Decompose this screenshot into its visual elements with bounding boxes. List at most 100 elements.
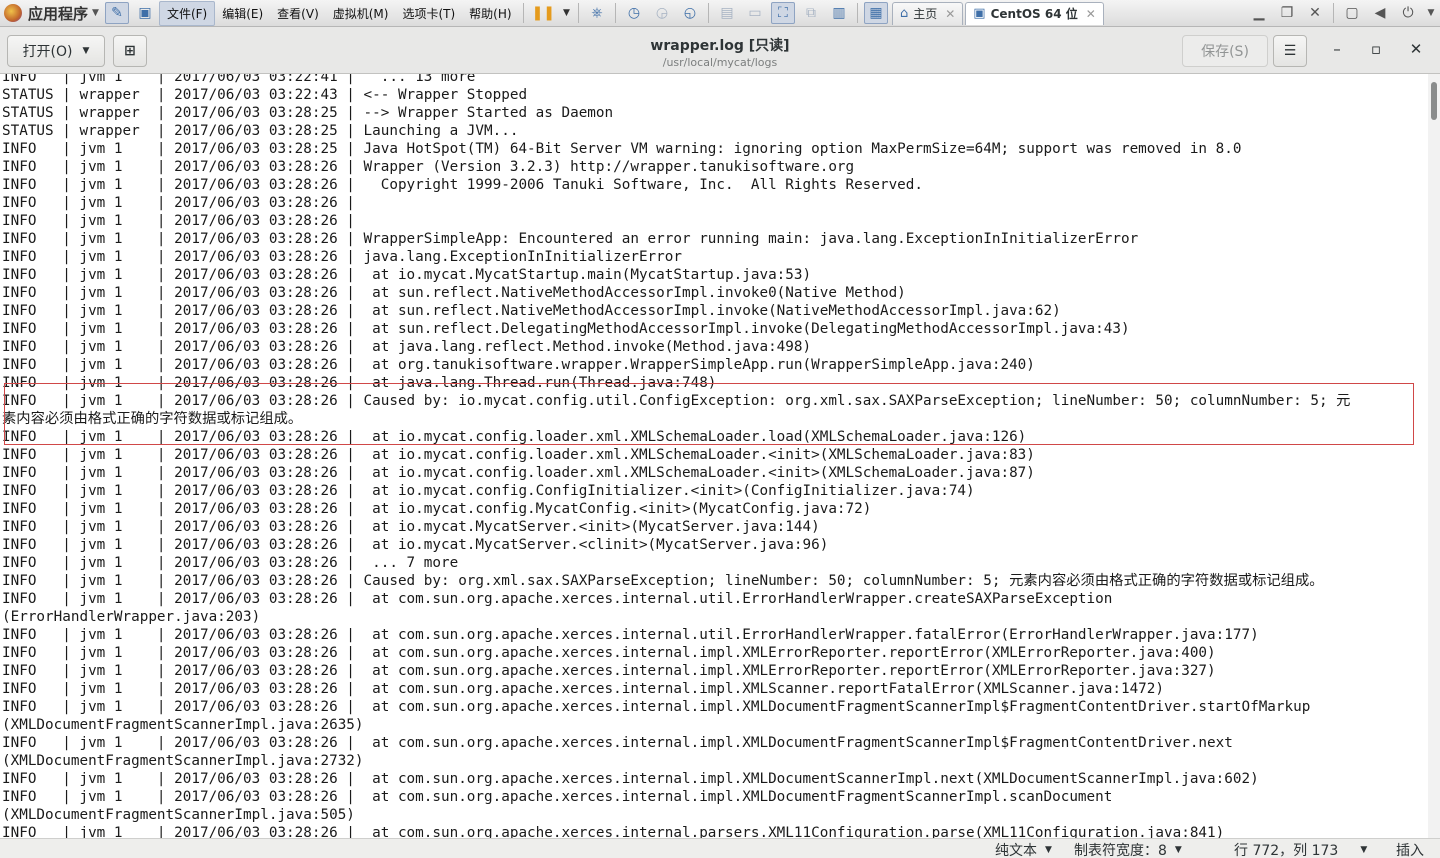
tab-home[interactable]: ⌂ 主页 ✕ [891,1,964,25]
log-line: INFO | jvm 1 | 2017/06/03 03:28:26 | at … [2,789,1113,805]
window-title: wrapper.log [只读] [650,38,790,54]
pause-icon: ❚❚ [531,5,556,21]
tab-home-label: 主页 [913,7,938,21]
unity-icon[interactable]: ⧉ [799,2,823,24]
log-line: INFO | jvm 1 | 2017/06/03 03:28:26 | jav… [2,249,682,265]
chevron-down-icon: ▼ [82,46,90,56]
fullscreen-icon[interactable]: ⛶ [770,2,795,24]
applications-icon [4,4,22,22]
new-document-icon: ⊞ [124,43,136,59]
log-line: INFO | jvm 1 | 2017/06/03 03:28:26 | at … [2,339,812,355]
applications-label: 应用程序 [28,4,89,23]
log-line: INFO | jvm 1 | 2017/06/03 03:28:26 | at … [2,591,1113,607]
log-line: INFO | jvm 1 | 2017/06/03 03:28:26 | Wra… [2,231,1139,247]
console-view-icon[interactable]: ▥ [827,2,851,24]
tab-centos-label: CentOS 64 位 [990,7,1078,21]
power-icon[interactable]: ⏻ [1394,5,1422,21]
log-line: INFO | jvm 1 | 2017/06/03 03:28:26 | at … [2,501,872,517]
window-subtitle: /usr/local/mycat/logs [662,56,778,69]
tab-width-label: 制表符宽度：8 [1074,843,1167,858]
cursor-position[interactable]: 行 772，列 173 ▼ [1234,840,1367,858]
snapshot-manager-icon[interactable]: ◵ [678,2,702,24]
minimize-icon[interactable]: – [1327,40,1347,58]
vertical-scrollbar[interactable] [1428,74,1440,838]
log-line: INFO | jvm 1 | 2017/06/03 03:28:26 | at … [2,447,1035,463]
log-line: INFO | jvm 1 | 2017/06/03 03:28:26 | at … [2,321,1130,337]
restore-icon[interactable]: ❐ [1273,5,1301,21]
close-icon[interactable]: ✕ [1301,5,1329,21]
new-tab-button[interactable]: ⊞ [113,35,147,67]
hamburger-icon: ☰ [1283,43,1297,59]
insert-mode-label: 插入 [1396,843,1424,858]
revert-snapshot-icon[interactable]: ◶ [650,2,674,24]
maximize-icon[interactable]: ▫ [1366,40,1386,58]
menu-vm[interactable]: 虚拟机(M) [326,2,396,25]
library-view-icon[interactable]: ▦ [863,2,888,24]
menu-help[interactable]: 帮助(H) [462,2,518,25]
open-button-label: 打开(O) [22,44,73,60]
snapshot-icon[interactable]: ◷ [622,2,646,24]
log-line: STATUS | wrapper | 2017/06/03 03:22:43 |… [2,87,528,103]
toolbar-separator [707,3,709,23]
status-bar: 纯文本 ▼ 制表符宽度：8 ▼ 行 772，列 173 ▼ 插入 [0,838,1440,858]
scrollbar-thumb[interactable] [1431,82,1437,120]
log-line: INFO | jvm 1 | 2017/06/03 03:28:26 | Cau… [2,573,1324,589]
sidebar-toggle-icon[interactable]: ▤ [715,2,739,24]
log-line: INFO | jvm 1 | 2017/06/03 03:28:26 | at … [2,681,1165,697]
close-icon[interactable]: ✕ [1086,7,1096,21]
vm-icon: ▣ [973,6,986,21]
log-line: INFO | jvm 1 | 2017/06/03 03:28:26 | at … [2,627,1259,643]
menu-edit[interactable]: 编辑(E) [215,2,270,25]
log-line: INFO | jvm 1 | 2017/06/03 03:22:41 | ...… [2,74,476,85]
log-line: INFO | jvm 1 | 2017/06/03 03:28:26 | at … [2,825,1225,838]
tab-centos[interactable]: ▣ CentOS 64 位 ✕ [965,1,1104,25]
log-line: INFO | jvm 1 | 2017/06/03 03:28:25 | Jav… [2,141,1242,157]
menu-tabs[interactable]: 选项卡(T) [395,2,462,25]
log-line: INFO | jvm 1 | 2017/06/03 03:28:26 | at … [2,663,1216,679]
log-line: INFO | jvm 1 | 2017/06/03 03:28:26 | ...… [2,555,459,571]
syntax-label: 纯文本 [995,843,1037,858]
vm-library-icon[interactable]: ▣ [133,2,157,24]
thumbnail-bar-icon[interactable]: ▭ [743,2,767,24]
minimize-icon[interactable]: ▁ [1245,5,1273,21]
log-line: INFO | jvm 1 | 2017/06/03 03:28:26 | at … [2,519,820,535]
send-ctrl-alt-del-icon[interactable]: ⎈ [585,2,609,24]
close-icon[interactable]: ✕ [945,7,955,21]
log-line: INFO | jvm 1 | 2017/06/03 03:28:26 | at … [2,483,975,499]
chevron-down-icon: ▼ [1174,845,1182,855]
menu-button[interactable]: ☰ [1273,35,1307,67]
syntax-selector[interactable]: 纯文本 ▼ [995,840,1052,858]
vm-toolbar: 应用程序 ▼ ✎ ▣ 文件(F) 编辑(E) 查看(V) 虚拟机(M) 选项卡(… [0,0,1440,27]
pause-button[interactable]: ❚❚ ▼ [532,5,570,21]
log-line: INFO | jvm 1 | 2017/06/03 03:28:26 | at … [2,267,812,283]
log-line: INFO | jvm 1 | 2017/06/03 03:28:26 | Cop… [2,177,923,193]
tab-width-selector[interactable]: 制表符宽度：8 ▼ [1074,840,1182,858]
text-view[interactable]: INFO | jvm 1 | 2017/06/03 03:22:41 | ...… [0,74,1428,838]
volume-icon[interactable]: ◀ [1366,5,1394,21]
chevron-down-icon[interactable]: ▼ [1422,8,1440,18]
insert-mode: 插入 [1396,840,1424,858]
log-line: INFO | jvm 1 | 2017/06/03 03:28:26 | Cau… [2,393,1351,409]
menu-file[interactable]: 文件(F) [158,0,216,26]
close-icon[interactable]: ✕ [1406,40,1426,58]
log-line: (XMLDocumentFragmentScannerImpl.java:263… [2,717,364,733]
log-content: INFO | jvm 1 | 2017/06/03 03:22:41 | ...… [2,74,1350,838]
open-button[interactable]: 打开(O) ▼ [7,35,105,67]
save-button[interactable]: 保存(S) [1182,35,1268,67]
log-line: INFO | jvm 1 | 2017/06/03 03:28:26 | at … [2,285,906,301]
menu-view[interactable]: 查看(V) [270,2,326,25]
display-icon[interactable]: ▢ [1338,5,1366,21]
save-button-label: 保存(S) [1201,44,1249,60]
log-line: INFO | jvm 1 | 2017/06/03 03:28:26 | at … [2,735,1233,751]
editor-header-bar: 打开(O) ▼ ⊞ wrapper.log [只读] /usr/local/my… [0,27,1440,74]
cursor-position-label: 行 772，列 173 [1234,843,1339,858]
chevron-down-icon: ▼ [92,8,99,18]
pin-icon[interactable]: ✎ [104,2,129,24]
log-line: STATUS | wrapper | 2017/06/03 03:28:25 |… [2,123,519,139]
home-icon: ⌂ [899,6,909,21]
applications-menu[interactable]: 应用程序 ▼ [0,0,103,27]
toolbar-separator [1333,3,1334,23]
log-line: INFO | jvm 1 | 2017/06/03 03:28:26 | at … [2,537,829,553]
log-line: INFO | jvm 1 | 2017/06/03 03:28:26 | at … [2,771,1259,787]
log-line: INFO | jvm 1 | 2017/06/03 03:28:26 | at … [2,645,1216,661]
